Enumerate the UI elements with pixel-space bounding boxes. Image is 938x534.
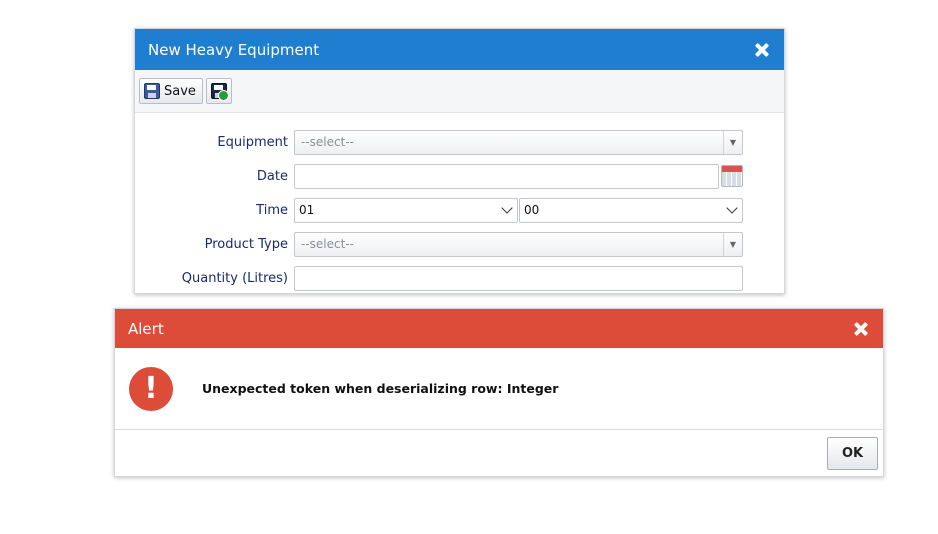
alert-body: ! Unexpected token when deserializing ro… [115,348,883,430]
alert-title: Alert [128,319,164,338]
close-icon[interactable] [851,319,871,339]
product-type-select[interactable]: --select-- ▼ [294,231,743,257]
time-label: Time [256,202,288,218]
equipment-select-value: --select-- [301,135,354,149]
time-row: Time 01 00 [135,197,784,223]
date-label: Date [256,168,288,184]
save-button-label: Save [164,83,196,99]
quantity-label: Quantity (Litres) [181,270,288,286]
dropdown-arrow-icon[interactable]: ▼ [723,232,742,256]
dialog-title: New Heavy Equipment [148,40,320,59]
alert-header: Alert [115,309,883,348]
equipment-form: Equipment --select-- ▼ Date Time 01 00 P… [135,113,784,291]
quantity-input[interactable] [294,265,743,291]
chevron-down-icon [726,202,738,214]
product-type-select-value: --select-- [301,237,354,251]
product-type-row: Product Type --select-- ▼ [135,231,784,257]
hour-value: 01 [299,203,315,217]
close-icon[interactable] [752,40,772,60]
floppy-disk-check-icon [210,83,229,101]
dialog-header: New Heavy Equipment [135,29,784,70]
date-input[interactable] [294,163,719,189]
ok-button[interactable]: OK [827,437,878,470]
date-row: Date [135,163,784,189]
save-and-close-button[interactable] [205,78,232,104]
hour-select[interactable]: 01 [294,197,518,223]
equipment-label: Equipment [217,134,288,150]
alert-message: Unexpected token when deserializing row:… [202,381,559,396]
product-type-label: Product Type [204,236,288,252]
dropdown-arrow-icon[interactable]: ▼ [723,130,742,154]
chevron-down-icon [501,202,513,214]
equipment-row: Equipment --select-- ▼ [135,129,784,155]
minute-value: 00 [524,203,540,217]
alert-dialog: Alert ! Unexpected token when deserializ… [114,308,884,477]
toolbar: Save [135,70,784,113]
equipment-select[interactable]: --select-- ▼ [294,129,743,155]
floppy-disk-icon [144,83,160,99]
save-button[interactable]: Save [139,78,203,104]
alert-footer: OK [115,430,883,477]
quantity-row: Quantity (Litres) [135,265,784,291]
calendar-icon[interactable] [721,165,743,187]
new-heavy-equipment-dialog: New Heavy Equipment Save Equipment --sel… [134,28,785,294]
minute-select[interactable]: 00 [519,197,743,223]
error-exclamation-icon: ! [129,366,173,411]
